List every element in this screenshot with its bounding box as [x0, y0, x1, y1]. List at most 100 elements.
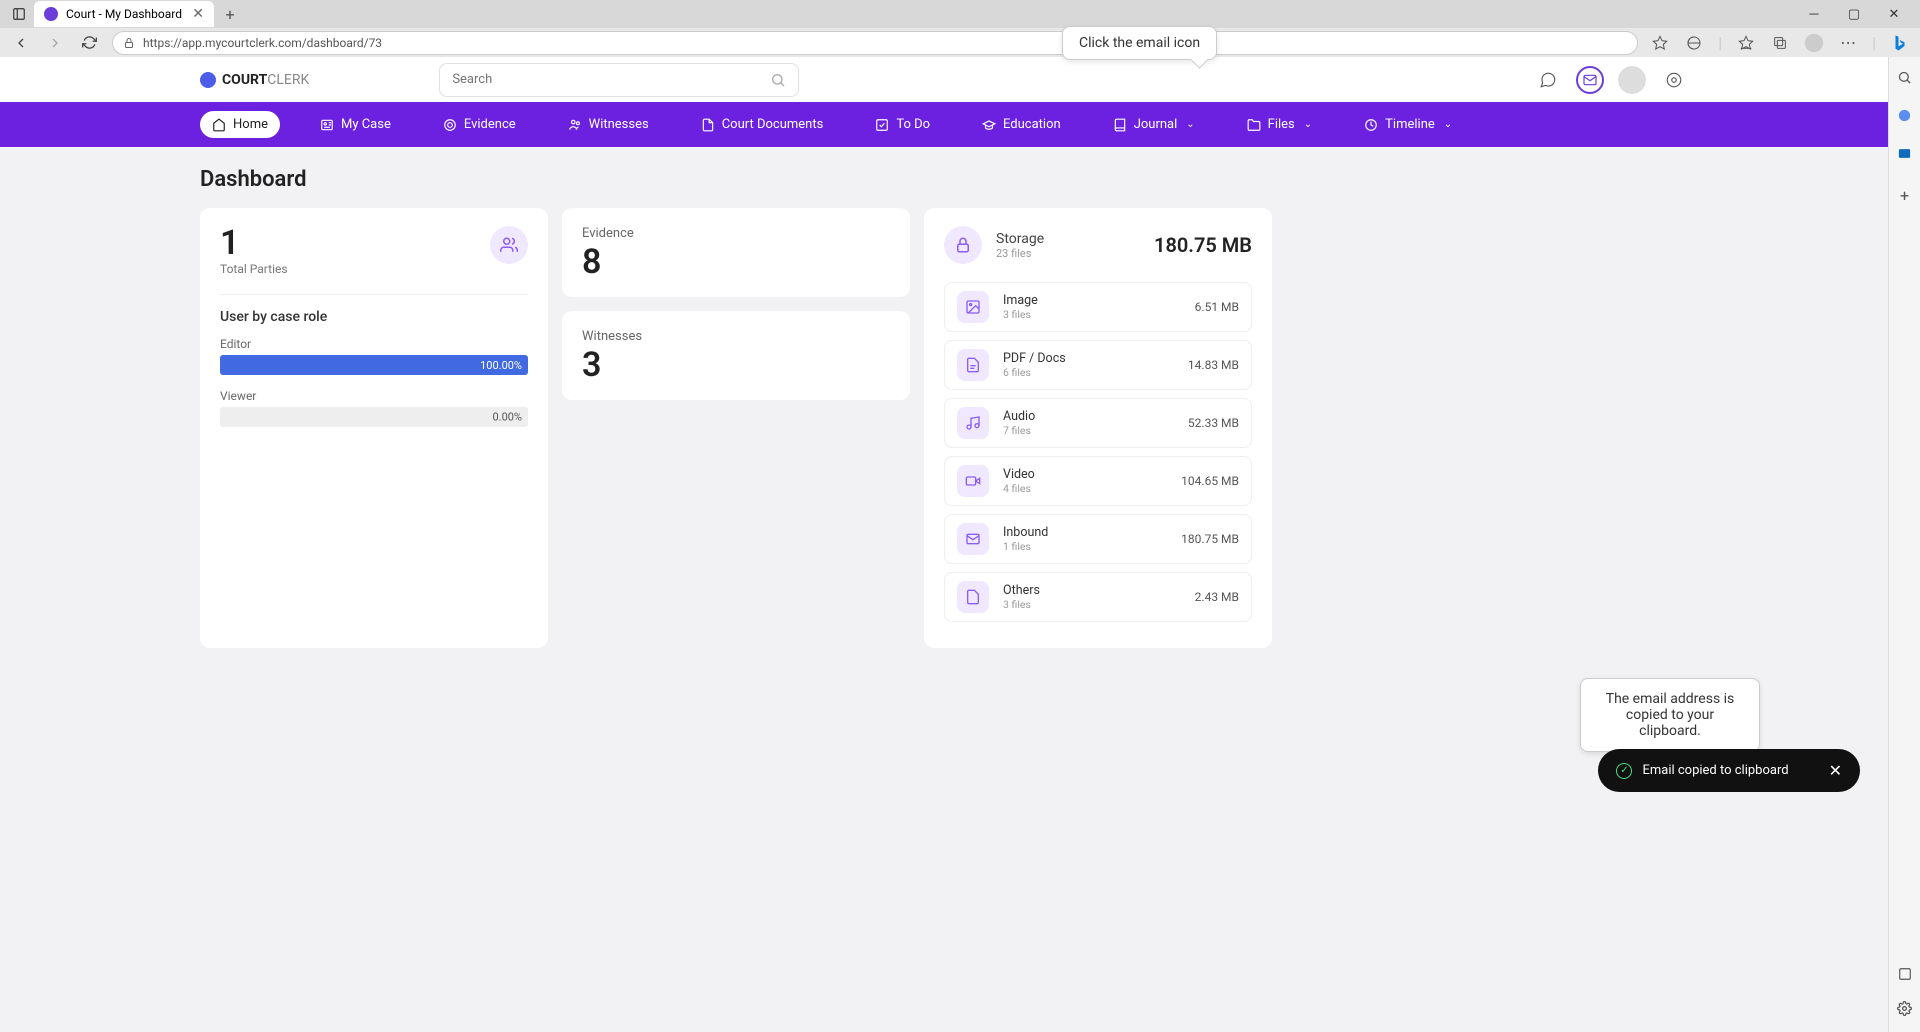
settings-icon[interactable] — [1660, 66, 1688, 94]
file-name: Inbound — [1003, 525, 1167, 540]
nav-label: Witnesses — [589, 117, 649, 132]
file-name: Others — [1003, 583, 1181, 598]
witnesses-label: Witnesses — [582, 329, 890, 344]
storage-icon — [944, 226, 982, 264]
sidebar-settings-icon[interactable] — [1895, 998, 1915, 1018]
address-bar: https://app.mycourtclerk.com/dashboard/7… — [0, 28, 1920, 57]
nav-item-education[interactable]: Education — [970, 111, 1073, 138]
nav-label: My Case — [341, 117, 391, 132]
browser-sidebar: + — [1888, 57, 1920, 1032]
progress-bar: 0.00% — [220, 407, 528, 427]
collections-icon[interactable] — [1770, 33, 1790, 53]
file-name: Audio — [1003, 409, 1174, 424]
search-input[interactable] — [452, 72, 770, 87]
file-count: 1 files — [1003, 540, 1167, 553]
maximize-icon[interactable]: ▢ — [1840, 4, 1868, 24]
check-icon — [875, 118, 889, 132]
witnesses-card: Witnesses 3 — [562, 311, 910, 400]
callout-top-text: Click the email icon — [1079, 35, 1200, 51]
url-text: https://app.mycourtclerk.com/dashboard/7… — [143, 36, 382, 50]
file-size: 6.51 MB — [1195, 300, 1239, 314]
sidebar-search-icon[interactable] — [1895, 67, 1915, 87]
nav-item-files[interactable]: Files ⌄ — [1235, 111, 1325, 138]
nav-item-court-documents[interactable]: Court Documents — [689, 111, 836, 138]
nav-label: Files — [1268, 117, 1295, 132]
doc-icon — [701, 118, 715, 132]
file-row[interactable]: PDF / Docs 6 files 14.83 MB — [944, 340, 1252, 390]
bing-icon[interactable] — [1890, 33, 1910, 53]
logo[interactable]: COURTCLERK — [200, 72, 309, 88]
audio-icon — [957, 407, 989, 439]
file-size: 180.75 MB — [1181, 532, 1239, 546]
file-size: 14.83 MB — [1188, 358, 1239, 372]
search-icon — [770, 72, 786, 88]
progress-value: 0.00% — [492, 411, 522, 424]
instruction-callout: Click the email icon — [1062, 26, 1217, 60]
nav-item-to-do[interactable]: To Do — [863, 111, 942, 138]
parties-count: 1 — [220, 226, 288, 260]
sidebar-panel-icon[interactable] — [1895, 964, 1915, 984]
logo-icon — [200, 72, 216, 88]
more-icon[interactable]: ⋯ — [1838, 33, 1858, 53]
tab-favicon-icon — [44, 7, 58, 21]
file-row[interactable]: Others 3 files 2.43 MB — [944, 572, 1252, 622]
file-size: 2.43 MB — [1195, 590, 1239, 604]
toast-close-icon[interactable]: ✕ — [1829, 761, 1842, 780]
url-field[interactable]: https://app.mycourtclerk.com/dashboard/7… — [112, 31, 1638, 55]
role-label: Viewer — [220, 389, 528, 403]
search-box[interactable] — [439, 63, 799, 97]
new-tab-button[interactable]: + — [218, 2, 242, 26]
back-button[interactable] — [10, 32, 32, 54]
refresh-button[interactable] — [78, 32, 100, 54]
file-count: 3 files — [1003, 308, 1181, 321]
file-row[interactable]: Inbound 1 files 180.75 MB — [944, 514, 1252, 564]
nav-label: Journal — [1134, 117, 1178, 132]
mail-icon[interactable] — [1576, 66, 1604, 94]
nav-item-witnesses[interactable]: Witnesses — [556, 111, 661, 138]
extension-icon[interactable] — [1684, 33, 1704, 53]
grad-icon — [982, 118, 996, 132]
file-info: Image 3 files — [1003, 293, 1181, 321]
tab-actions-icon[interactable] — [8, 3, 30, 25]
tab-bar: Court - My Dashboard ✕ + ─ ▢ ✕ — [0, 0, 1920, 28]
toast-message: Email copied to clipboard — [1642, 763, 1788, 778]
file-info: Inbound 1 files — [1003, 525, 1167, 553]
id-icon — [320, 118, 334, 132]
logo-text-bold: COURT — [222, 72, 267, 88]
tab-close-icon[interactable]: ✕ — [192, 6, 204, 22]
profile-icon[interactable] — [1804, 33, 1824, 53]
favorite-icon[interactable] — [1650, 33, 1670, 53]
nav-item-journal[interactable]: Journal ⌄ — [1101, 111, 1207, 138]
minimize-icon[interactable]: ─ — [1800, 4, 1828, 24]
file-count: 7 files — [1003, 424, 1174, 437]
sidebar-outlook-icon[interactable] — [1895, 143, 1915, 163]
progress-bar: 100.00% — [220, 355, 528, 375]
file-name: Image — [1003, 293, 1181, 308]
file-info: Video 4 files — [1003, 467, 1167, 495]
nav-item-evidence[interactable]: Evidence — [431, 111, 528, 138]
browser-tab[interactable]: Court - My Dashboard ✕ — [34, 1, 214, 27]
close-window-icon[interactable]: ✕ — [1880, 4, 1908, 24]
chevron-down-icon: ⌄ — [1186, 119, 1194, 130]
nav-item-timeline[interactable]: Timeline⌄ — [1352, 111, 1464, 138]
file-row[interactable]: Video 4 files 104.65 MB — [944, 456, 1252, 506]
avatar[interactable] — [1618, 66, 1646, 94]
file-row[interactable]: Image 3 files 6.51 MB — [944, 282, 1252, 332]
sidebar-add-icon[interactable]: + — [1895, 185, 1915, 205]
evidence-count: 8 — [582, 245, 890, 279]
file-size: 104.65 MB — [1181, 474, 1239, 488]
file-icon — [957, 581, 989, 613]
sidebar-copilot-icon[interactable] — [1895, 105, 1915, 125]
favorites-list-icon[interactable] — [1736, 33, 1756, 53]
file-size: 52.33 MB — [1188, 416, 1239, 430]
nav-item-home[interactable]: Home — [200, 111, 280, 138]
chevron-down-icon: ⌄ — [1304, 119, 1312, 130]
chat-icon[interactable] — [1534, 66, 1562, 94]
file-row[interactable]: Audio 7 files 52.33 MB — [944, 398, 1252, 448]
nav-item-my-case[interactable]: My Case — [308, 111, 403, 138]
dashboard: Dashboard 1 Total Parties User by case r… — [0, 147, 1888, 668]
forward-button[interactable] — [44, 32, 66, 54]
video-icon — [957, 465, 989, 497]
file-info: Audio 7 files — [1003, 409, 1174, 437]
middle-column: Evidence 8 Witnesses 3 — [562, 208, 910, 648]
